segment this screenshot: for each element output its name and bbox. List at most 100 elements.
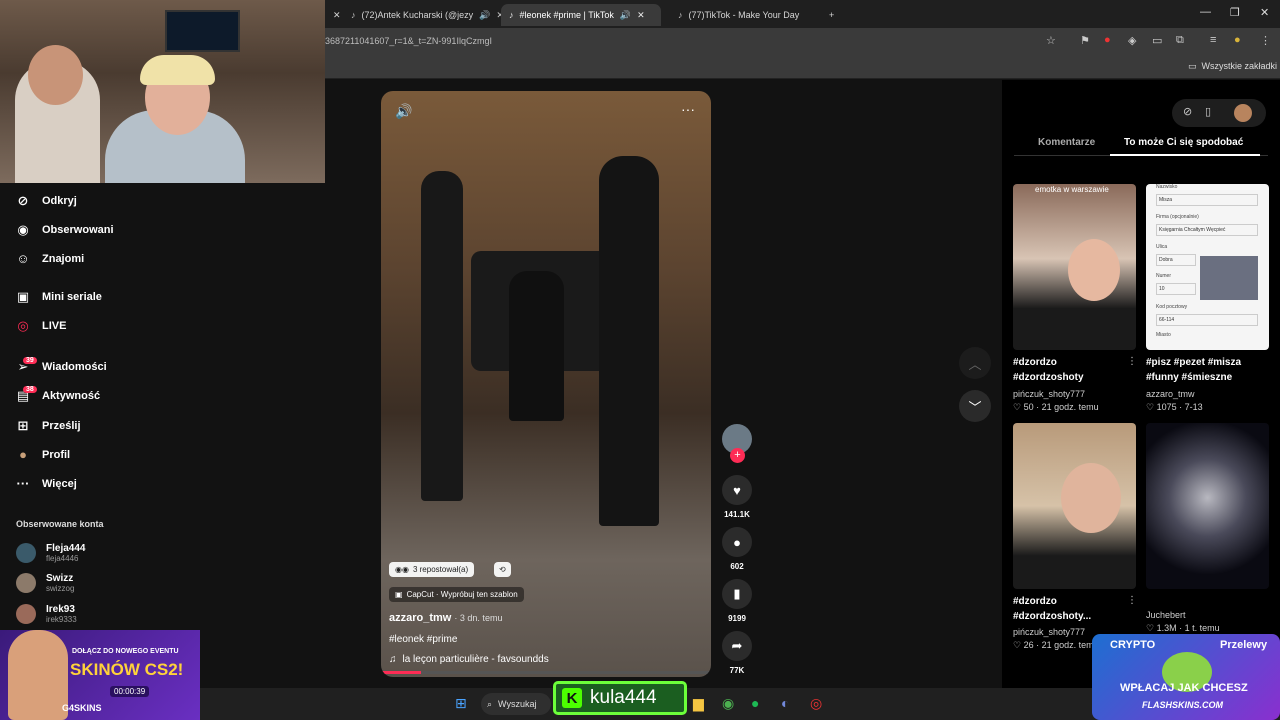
tab-3[interactable]: ♪ (77)TikTok - Make Your Day bbox=[670, 4, 820, 26]
heart-icon: ♥ bbox=[722, 475, 752, 505]
speaker-icon: 🔊 bbox=[619, 9, 632, 20]
suggested-user[interactable]: pińczuk_shoty777 bbox=[1013, 389, 1085, 399]
capcut-template-link[interactable]: ▣ CapCut · Wypróbuj ten szablon bbox=[389, 587, 524, 602]
star-icon[interactable]: ☆ bbox=[1046, 34, 1056, 47]
windows-start-icon[interactable]: ⊞ bbox=[455, 695, 467, 712]
suggested-user[interactable]: pińczuk_shoty777 bbox=[1013, 627, 1085, 637]
save-button[interactable]: ▮ 9199 bbox=[722, 579, 752, 623]
profile-avatar-icon[interactable]: ● bbox=[1234, 34, 1241, 46]
compass-icon[interactable]: ⊘ bbox=[1183, 105, 1192, 118]
menu-icon[interactable]: ⋮ bbox=[1260, 34, 1271, 47]
taskbar-search[interactable]: ⌕ Wyszukaj bbox=[481, 693, 551, 715]
followed-account[interactable]: Irek93 irek9333 bbox=[16, 604, 77, 624]
sidebar-item-wiecej[interactable]: ··· Więcej bbox=[14, 476, 77, 491]
suggested-caption[interactable]: #dzordzo #dzordzoshoty... bbox=[1013, 594, 1123, 624]
chevron-down-icon: ﹀ bbox=[968, 399, 982, 415]
more-options-icon[interactable]: ⋮ bbox=[1127, 595, 1137, 606]
sidebar-item-odkryj[interactable]: ⊘ Odkryj bbox=[14, 193, 77, 209]
suggested-user[interactable]: Juchebert bbox=[1146, 610, 1186, 620]
progress-track[interactable] bbox=[381, 671, 711, 674]
discord-icon[interactable]: ◐ bbox=[781, 695, 789, 711]
video-hashtags[interactable]: #leonek #prime bbox=[389, 634, 457, 645]
tab-1-label: (72)Antek Kucharski (@jezy bbox=[361, 10, 474, 20]
tab-1[interactable]: ♪ (72)Antek Kucharski (@jezy 🔊 ✕ bbox=[343, 4, 503, 26]
volume-icon[interactable]: 🔊 bbox=[395, 103, 412, 120]
minimize-icon[interactable]: — bbox=[1200, 6, 1211, 18]
tab-2[interactable]: ♪ #leonek #prime | TikTok 🔊 ✕ bbox=[501, 4, 661, 26]
chrome-icon[interactable]: ◉ bbox=[722, 695, 734, 712]
suggested-video-thumbnail[interactable]: Nazwisko Misza Firma (opcjonalnie) Księg… bbox=[1146, 184, 1269, 350]
shield-icon[interactable]: ◈ bbox=[1128, 34, 1136, 47]
messages-badge: 39 bbox=[23, 357, 37, 364]
person-left-head bbox=[28, 45, 83, 105]
media-icon[interactable]: ≡ bbox=[1210, 34, 1216, 46]
suggested-user[interactable]: azzaro_tmw bbox=[1146, 389, 1195, 399]
capcut-icon: ▣ bbox=[395, 590, 403, 599]
puzzle-icon[interactable]: ⧉ bbox=[1176, 34, 1184, 47]
new-tab-button[interactable]: + bbox=[821, 4, 839, 26]
avatar bbox=[16, 573, 36, 593]
file-explorer-icon[interactable]: ▆ bbox=[693, 695, 704, 712]
sidebar-item-znajomi[interactable]: ☺ Znajomi bbox=[14, 251, 84, 266]
share-button[interactable]: ➦ 77K bbox=[722, 631, 752, 675]
friends-icon: ☺ bbox=[16, 251, 30, 266]
spotify-icon[interactable]: ● bbox=[751, 695, 759, 711]
sidebar-item-profil[interactable]: ● Profil bbox=[14, 447, 70, 462]
followed-account[interactable]: Fleja444 fleja4446 bbox=[16, 543, 85, 563]
thumbnail-overlay-text: emotka w warszawie bbox=[1035, 185, 1109, 194]
close-icon[interactable]: ✕ bbox=[637, 10, 645, 21]
child bbox=[509, 271, 564, 421]
extension-icon[interactable]: ⚑ bbox=[1080, 34, 1090, 47]
tab-suggested[interactable]: To może Ci się spodobać bbox=[1124, 137, 1243, 148]
suggested-caption[interactable]: #pisz #pezet #misza #funny #śmieszne bbox=[1146, 355, 1266, 385]
repost-button[interactable]: ⟲ bbox=[494, 562, 511, 577]
tab-comments[interactable]: Komentarze bbox=[1038, 137, 1095, 148]
all-bookmarks-label: Wszystkie zakładki bbox=[1201, 61, 1278, 71]
close-window-icon[interactable]: ✕ bbox=[1260, 6, 1269, 19]
follow-plus-icon[interactable]: + bbox=[730, 448, 745, 463]
all-bookmarks[interactable]: ▭ Wszystkie zakładki bbox=[1188, 61, 1277, 72]
folder-icon: ▭ bbox=[1188, 61, 1197, 71]
maximize-icon[interactable]: ❐ bbox=[1230, 6, 1240, 19]
extension-icon[interactable]: ● bbox=[1104, 34, 1111, 46]
app-icon[interactable]: ◎ bbox=[810, 695, 822, 712]
user-avatar[interactable] bbox=[1234, 104, 1252, 122]
extension-icon[interactable]: ▭ bbox=[1152, 34, 1162, 47]
tiktok-icon: ♪ bbox=[509, 10, 514, 20]
progress-fill bbox=[381, 671, 421, 674]
more-options-icon[interactable]: ··· bbox=[681, 101, 695, 117]
suggested-stats: ♡ 1.3M · 1 t. temu bbox=[1146, 623, 1220, 633]
previous-video-button[interactable]: ︿ bbox=[959, 347, 991, 379]
inset-video bbox=[1200, 256, 1258, 300]
sidebar-item-live[interactable]: ◎ LIVE bbox=[14, 318, 66, 334]
character-illustration bbox=[8, 630, 68, 720]
suggested-stats: ♡ 26 · 21 godz. temu bbox=[1013, 640, 1099, 650]
tiktok-icon: ♪ bbox=[678, 10, 683, 20]
sidebar-item-obserwowani[interactable]: ◉ Obserwowani bbox=[14, 222, 113, 238]
repost-pill[interactable]: ◉◉ 3 repostował(a) bbox=[389, 562, 475, 577]
next-video-button[interactable]: ﹀ bbox=[959, 390, 991, 422]
video-player[interactable]: 🔊 ··· ◉◉ 3 repostował(a) ⟲ ▣ CapCut · Wy… bbox=[381, 91, 711, 677]
author-name[interactable]: azzaro_tmw bbox=[389, 612, 451, 624]
comment-button[interactable]: ● 602 bbox=[722, 527, 752, 571]
author-avatar[interactable]: + bbox=[722, 424, 752, 463]
suggested-video-thumbnail[interactable]: emotka w warszawie bbox=[1013, 184, 1136, 350]
kick-logo-icon: K bbox=[562, 688, 582, 708]
suggested-video-thumbnail[interactable] bbox=[1013, 423, 1136, 589]
more-options-icon[interactable]: ⋮ bbox=[1127, 356, 1137, 367]
video-music[interactable]: ♫ la leçon particulière - favsoundds bbox=[389, 654, 549, 665]
suggested-video-thumbnail[interactable] bbox=[1146, 423, 1269, 589]
url-text[interactable]: 3687211041607_r=1&_t=ZN-991IlqCzmgI bbox=[325, 36, 492, 46]
bodyguard-left bbox=[421, 171, 463, 501]
bodyguard-right bbox=[599, 156, 659, 526]
followed-account[interactable]: Swizz swizzog bbox=[16, 573, 74, 593]
music-note-icon: ♫ bbox=[389, 654, 397, 665]
sidebar-item-mini-seriale[interactable]: ▣ Mini seriale bbox=[14, 289, 102, 305]
like-button[interactable]: ♥ 141.1K bbox=[722, 475, 752, 519]
sidebar-item-przeslij[interactable]: ⊞ Prześlij bbox=[14, 418, 81, 434]
tab-close-icon[interactable]: ✕ bbox=[325, 4, 343, 26]
suggested-caption[interactable]: #dzordzo #dzordzoshoty bbox=[1013, 355, 1123, 385]
phone-icon[interactable]: ▯ bbox=[1205, 105, 1211, 118]
bookmarks-bar bbox=[325, 55, 1280, 79]
search-icon: ⌕ bbox=[487, 698, 493, 709]
